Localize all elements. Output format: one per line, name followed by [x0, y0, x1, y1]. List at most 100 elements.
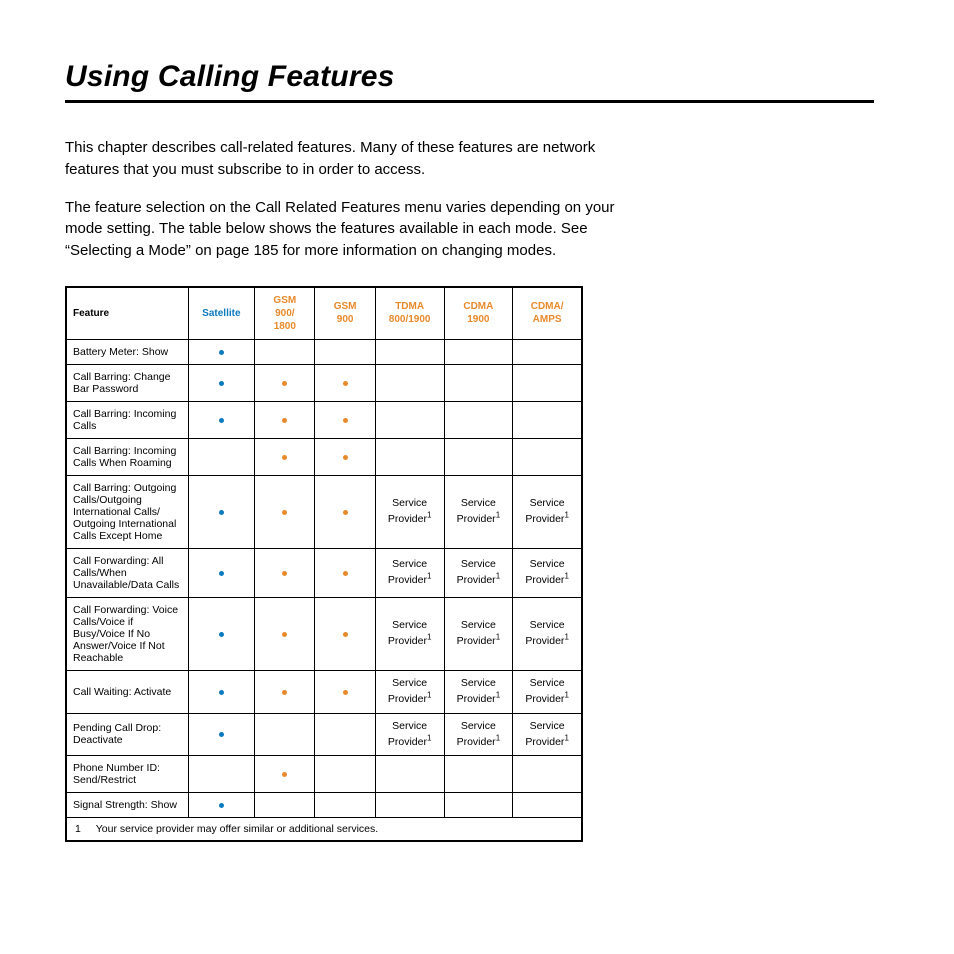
availability-cell	[375, 364, 444, 401]
availability-cell	[513, 339, 582, 364]
feature-cell: Battery Meter: Show	[66, 339, 188, 364]
dot-icon	[343, 690, 348, 695]
availability-cell: ServiceProvider1	[444, 548, 513, 597]
service-provider-label: ServiceProvider1	[457, 497, 501, 525]
feature-table-container: Feature Satellite GSM 900/ 1800 GSM 900 …	[65, 286, 874, 843]
availability-cell	[188, 713, 255, 756]
availability-cell: ServiceProvider1	[444, 475, 513, 548]
table-row: Battery Meter: Show	[66, 339, 582, 364]
availability-cell: ServiceProvider1	[375, 713, 444, 756]
col-satellite: Satellite	[188, 287, 255, 340]
availability-cell	[255, 670, 315, 713]
availability-cell	[315, 438, 375, 475]
availability-cell	[188, 364, 255, 401]
dot-icon	[343, 571, 348, 576]
availability-cell	[255, 438, 315, 475]
feature-cell: Call Barring: Incoming Calls When Roamin…	[66, 438, 188, 475]
dot-icon	[343, 381, 348, 386]
availability-cell	[444, 401, 513, 438]
dot-icon	[343, 632, 348, 637]
availability-cell	[255, 548, 315, 597]
dot-icon	[219, 690, 224, 695]
availability-cell	[255, 339, 315, 364]
service-provider-label: ServiceProvider1	[457, 558, 501, 586]
availability-cell	[444, 793, 513, 818]
availability-cell	[315, 597, 375, 670]
service-provider-label: ServiceProvider1	[525, 558, 569, 586]
footnote-number: 1	[75, 823, 93, 835]
availability-cell: ServiceProvider1	[513, 475, 582, 548]
service-provider-label: ServiceProvider1	[457, 619, 501, 647]
table-row: Call Barring: Outgoing Calls/Outgoing In…	[66, 475, 582, 548]
table-row: Call Barring: Incoming Calls	[66, 401, 582, 438]
title-rule	[65, 100, 874, 103]
availability-cell	[255, 756, 315, 793]
col-gsm-900-1800: GSM 900/ 1800	[255, 287, 315, 340]
service-provider-label: ServiceProvider1	[525, 677, 569, 705]
feature-cell: Pending Call Drop: Deactivate	[66, 713, 188, 756]
document-page: Using Calling Features This chapter desc…	[0, 0, 954, 954]
table-header-row: Feature Satellite GSM 900/ 1800 GSM 900 …	[66, 287, 582, 340]
dot-icon	[282, 381, 287, 386]
availability-cell	[255, 475, 315, 548]
availability-cell	[255, 713, 315, 756]
service-provider-label: ServiceProvider1	[388, 677, 432, 705]
dot-icon	[282, 571, 287, 576]
dot-icon	[343, 418, 348, 423]
availability-cell: ServiceProvider1	[375, 475, 444, 548]
label: 900	[337, 314, 354, 325]
dot-icon	[219, 803, 224, 808]
feature-cell: Call Forwarding: All Calls/When Unavaila…	[66, 548, 188, 597]
availability-cell	[444, 438, 513, 475]
page-title: Using Calling Features	[65, 60, 874, 94]
availability-cell: ServiceProvider1	[513, 670, 582, 713]
availability-cell: ServiceProvider1	[375, 597, 444, 670]
availability-cell	[188, 438, 255, 475]
dot-icon	[219, 350, 224, 355]
availability-cell	[315, 339, 375, 364]
availability-cell	[444, 756, 513, 793]
table-footnote-row: 1 Your service provider may offer simila…	[66, 818, 582, 842]
availability-cell: ServiceProvider1	[513, 548, 582, 597]
availability-cell	[513, 793, 582, 818]
service-provider-label: ServiceProvider1	[457, 720, 501, 748]
availability-cell	[375, 438, 444, 475]
availability-cell	[188, 756, 255, 793]
dot-icon	[219, 732, 224, 737]
availability-cell	[188, 401, 255, 438]
feature-cell: Call Waiting: Activate	[66, 670, 188, 713]
footnote-text: Your service provider may offer similar …	[96, 823, 378, 835]
label: 1900	[467, 314, 489, 325]
availability-cell	[188, 670, 255, 713]
availability-cell: ServiceProvider1	[513, 597, 582, 670]
availability-cell	[188, 339, 255, 364]
table-footnote: 1 Your service provider may offer simila…	[66, 818, 582, 842]
availability-cell: ServiceProvider1	[375, 670, 444, 713]
table-row: Pending Call Drop: Deactivate ServiceProv…	[66, 713, 582, 756]
availability-cell	[315, 364, 375, 401]
availability-cell	[444, 364, 513, 401]
intro-paragraph-1: This chapter describes call-related feat…	[65, 137, 625, 181]
availability-cell	[188, 475, 255, 548]
availability-cell	[315, 713, 375, 756]
dot-icon	[282, 418, 287, 423]
col-cdma-amps: CDMA/ AMPS	[513, 287, 582, 340]
availability-cell	[315, 401, 375, 438]
dot-icon	[282, 455, 287, 460]
availability-cell	[513, 364, 582, 401]
service-provider-label: ServiceProvider1	[457, 677, 501, 705]
dot-icon	[219, 571, 224, 576]
availability-cell	[375, 339, 444, 364]
label: AMPS	[533, 314, 562, 325]
availability-cell	[255, 401, 315, 438]
service-provider-label: ServiceProvider1	[525, 497, 569, 525]
service-provider-label: ServiceProvider1	[388, 619, 432, 647]
table-row: Call Barring: Incoming Calls When Roamin…	[66, 438, 582, 475]
availability-cell	[375, 756, 444, 793]
col-tdma: TDMA 800/1900	[375, 287, 444, 340]
dot-icon	[219, 632, 224, 637]
dot-icon	[282, 632, 287, 637]
dot-icon	[219, 510, 224, 515]
feature-cell: Signal Strength: Show	[66, 793, 188, 818]
availability-cell	[375, 401, 444, 438]
